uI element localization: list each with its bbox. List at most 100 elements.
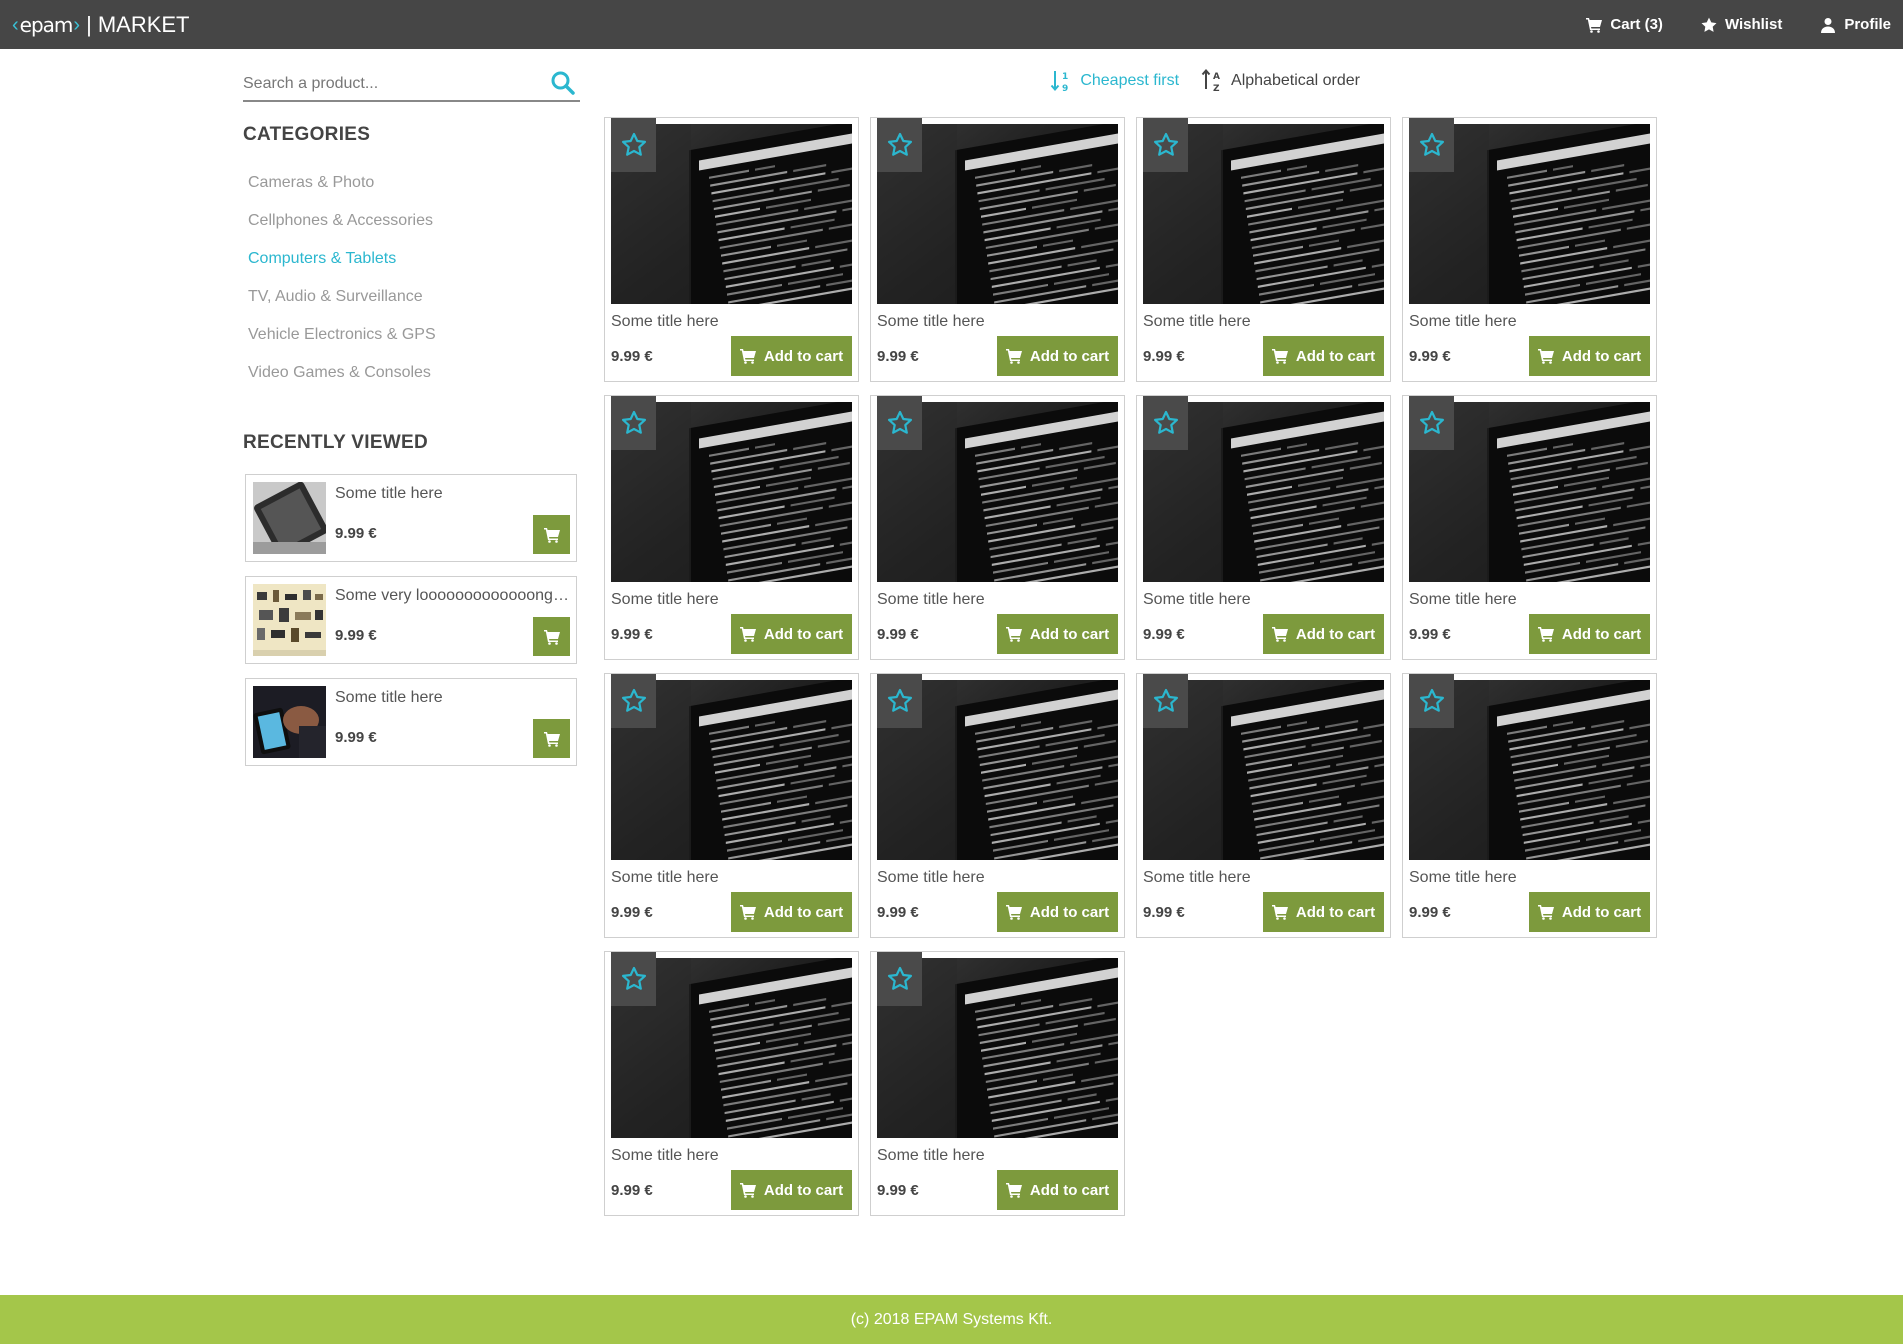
category-item[interactable]: Cellphones & Accessories bbox=[248, 210, 436, 248]
recent-add-to-cart-button[interactable] bbox=[533, 515, 570, 554]
add-to-cart-button[interactable]: Add to cart bbox=[731, 1170, 852, 1210]
wishlist-toggle-button[interactable] bbox=[1409, 674, 1454, 728]
add-to-cart-button[interactable]: Add to cart bbox=[731, 614, 852, 654]
wishlist-toggle-button[interactable] bbox=[1409, 118, 1454, 172]
product-title[interactable]: Some title here bbox=[611, 313, 719, 331]
add-to-cart-label: Add to cart bbox=[1295, 625, 1376, 643]
star-outline-icon bbox=[887, 966, 912, 990]
product-card[interactable]: Some title here 9.99 € Add to cart bbox=[870, 673, 1125, 938]
wishlist-toggle-button[interactable] bbox=[1143, 118, 1188, 172]
add-to-cart-button[interactable]: Add to cart bbox=[1529, 892, 1650, 932]
wishlist-toggle-button[interactable] bbox=[877, 674, 922, 728]
recent-add-to-cart-button[interactable] bbox=[533, 719, 570, 758]
star-outline-icon bbox=[621, 410, 646, 434]
sort-bar: 1 9 Cheapest first A Z Alphabetical orde… bbox=[1050, 69, 1360, 93]
product-price: 9.99 € bbox=[611, 626, 653, 643]
add-to-cart-button[interactable]: Add to cart bbox=[997, 1170, 1118, 1210]
product-card[interactable]: Some title here 9.99 € Add to cart bbox=[1136, 673, 1391, 938]
wishlist-link[interactable]: Wishlist bbox=[1701, 16, 1782, 33]
add-to-cart-button[interactable]: Add to cart bbox=[731, 336, 852, 376]
add-to-cart-label: Add to cart bbox=[1029, 347, 1110, 365]
add-to-cart-button[interactable]: Add to cart bbox=[731, 892, 852, 932]
product-card[interactable]: Some title here 9.99 € Add to cart bbox=[604, 395, 859, 660]
product-title[interactable]: Some title here bbox=[877, 1147, 985, 1165]
search-icon[interactable] bbox=[550, 70, 576, 96]
recent-thumbnail[interactable] bbox=[253, 686, 326, 758]
search-input[interactable] bbox=[243, 70, 533, 98]
product-title[interactable]: Some title here bbox=[611, 869, 719, 887]
wishlist-toggle-button[interactable] bbox=[1143, 396, 1188, 450]
wishlist-toggle-button[interactable] bbox=[877, 952, 922, 1006]
sort-numeric-asc-icon: 1 9 bbox=[1051, 71, 1069, 93]
recent-add-to-cart-button[interactable] bbox=[533, 617, 570, 656]
add-to-cart-button[interactable]: Add to cart bbox=[1263, 892, 1384, 932]
product-card[interactable]: Some title here 9.99 € Add to cart bbox=[870, 951, 1125, 1216]
wishlist-toggle-button[interactable] bbox=[611, 118, 656, 172]
sort-cheapest-first[interactable]: 1 9 Cheapest first bbox=[1050, 69, 1179, 93]
add-to-cart-button[interactable]: Add to cart bbox=[997, 336, 1118, 376]
product-title[interactable]: Some title here bbox=[1409, 313, 1517, 331]
category-item[interactable]: Cameras & Photo bbox=[248, 172, 436, 210]
product-title[interactable]: Some title here bbox=[611, 1147, 719, 1165]
product-title[interactable]: Some title here bbox=[877, 313, 985, 331]
add-to-cart-button[interactable]: Add to cart bbox=[1529, 614, 1650, 654]
add-to-cart-button[interactable]: Add to cart bbox=[997, 892, 1118, 932]
product-card[interactable]: Some title here 9.99 € Add to cart bbox=[870, 117, 1125, 382]
product-card[interactable]: Some title here 9.99 € Add to cart bbox=[604, 117, 859, 382]
product-card[interactable]: Some title here 9.99 € Add to cart bbox=[1136, 395, 1391, 660]
product-card[interactable]: Some title here 9.99 € Add to cart bbox=[1136, 117, 1391, 382]
category-item[interactable]: Computers & Tablets bbox=[248, 248, 436, 286]
product-title[interactable]: Some title here bbox=[1409, 591, 1517, 609]
category-item[interactable]: Vehicle Electronics & GPS bbox=[248, 324, 436, 362]
wishlist-toggle-button[interactable] bbox=[611, 952, 656, 1006]
logo-bracket-right: › bbox=[73, 13, 81, 36]
wishlist-toggle-button[interactable] bbox=[1409, 396, 1454, 450]
svg-text:Z: Z bbox=[1213, 84, 1220, 93]
wishlist-toggle-button[interactable] bbox=[611, 396, 656, 450]
add-to-cart-label: Add to cart bbox=[1029, 625, 1110, 643]
recent-item[interactable]: Some very looooooooooooong title 9.99 € bbox=[245, 576, 577, 664]
product-card[interactable]: Some title here 9.99 € Add to cart bbox=[870, 395, 1125, 660]
product-title[interactable]: Some title here bbox=[611, 591, 719, 609]
cart-plus-icon bbox=[1271, 905, 1288, 920]
star-outline-icon bbox=[887, 132, 912, 156]
wishlist-toggle-button[interactable] bbox=[1143, 674, 1188, 728]
add-to-cart-button[interactable]: Add to cart bbox=[997, 614, 1118, 654]
sort-alpha-asc-icon: A Z bbox=[1201, 69, 1220, 93]
recent-item[interactable]: Some title here 9.99 € bbox=[245, 474, 577, 562]
product-card[interactable]: Some title here 9.99 € Add to cart bbox=[1402, 117, 1657, 382]
product-card[interactable]: Some title here 9.99 € Add to cart bbox=[604, 951, 859, 1216]
product-card[interactable]: Some title here 9.99 € Add to cart bbox=[604, 673, 859, 938]
recent-item-title[interactable]: Some title here bbox=[335, 689, 570, 707]
star-outline-icon bbox=[1419, 132, 1444, 156]
product-title[interactable]: Some title here bbox=[877, 869, 985, 887]
recent-thumbnail[interactable] bbox=[253, 482, 326, 554]
product-title[interactable]: Some title here bbox=[1143, 313, 1251, 331]
sort-alphabetical[interactable]: A Z Alphabetical order bbox=[1201, 69, 1360, 93]
cart-link[interactable]: Cart (3) bbox=[1586, 16, 1663, 33]
add-to-cart-button[interactable]: Add to cart bbox=[1263, 614, 1384, 654]
recent-item-title[interactable]: Some very looooooooooooong title bbox=[335, 587, 570, 605]
product-title[interactable]: Some title here bbox=[877, 591, 985, 609]
recent-item[interactable]: Some title here 9.99 € bbox=[245, 678, 577, 766]
product-card[interactable]: Some title here 9.99 € Add to cart bbox=[1402, 395, 1657, 660]
wishlist-toggle-button[interactable] bbox=[611, 674, 656, 728]
brand-logo[interactable]: ‹ epam › | MARKET bbox=[12, 12, 190, 38]
recent-item-title[interactable]: Some title here bbox=[335, 485, 570, 503]
wishlist-toggle-button[interactable] bbox=[877, 396, 922, 450]
star-outline-icon bbox=[1153, 688, 1178, 712]
category-item[interactable]: TV, Audio & Surveillance bbox=[248, 286, 436, 324]
star-outline-icon bbox=[621, 966, 646, 990]
wishlist-toggle-button[interactable] bbox=[877, 118, 922, 172]
add-to-cart-button[interactable]: Add to cart bbox=[1529, 336, 1650, 376]
recent-thumbnail[interactable] bbox=[253, 584, 326, 656]
product-title[interactable]: Some title here bbox=[1409, 869, 1517, 887]
product-title[interactable]: Some title here bbox=[1143, 869, 1251, 887]
add-to-cart-button[interactable]: Add to cart bbox=[1263, 336, 1384, 376]
top-nav-links: Cart (3) Wishlist Profile bbox=[1586, 0, 1891, 49]
profile-link[interactable]: Profile bbox=[1820, 16, 1891, 33]
product-title[interactable]: Some title here bbox=[1143, 591, 1251, 609]
user-icon bbox=[1821, 17, 1836, 33]
product-card[interactable]: Some title here 9.99 € Add to cart bbox=[1402, 673, 1657, 938]
category-item[interactable]: Video Games & Consoles bbox=[248, 362, 436, 400]
